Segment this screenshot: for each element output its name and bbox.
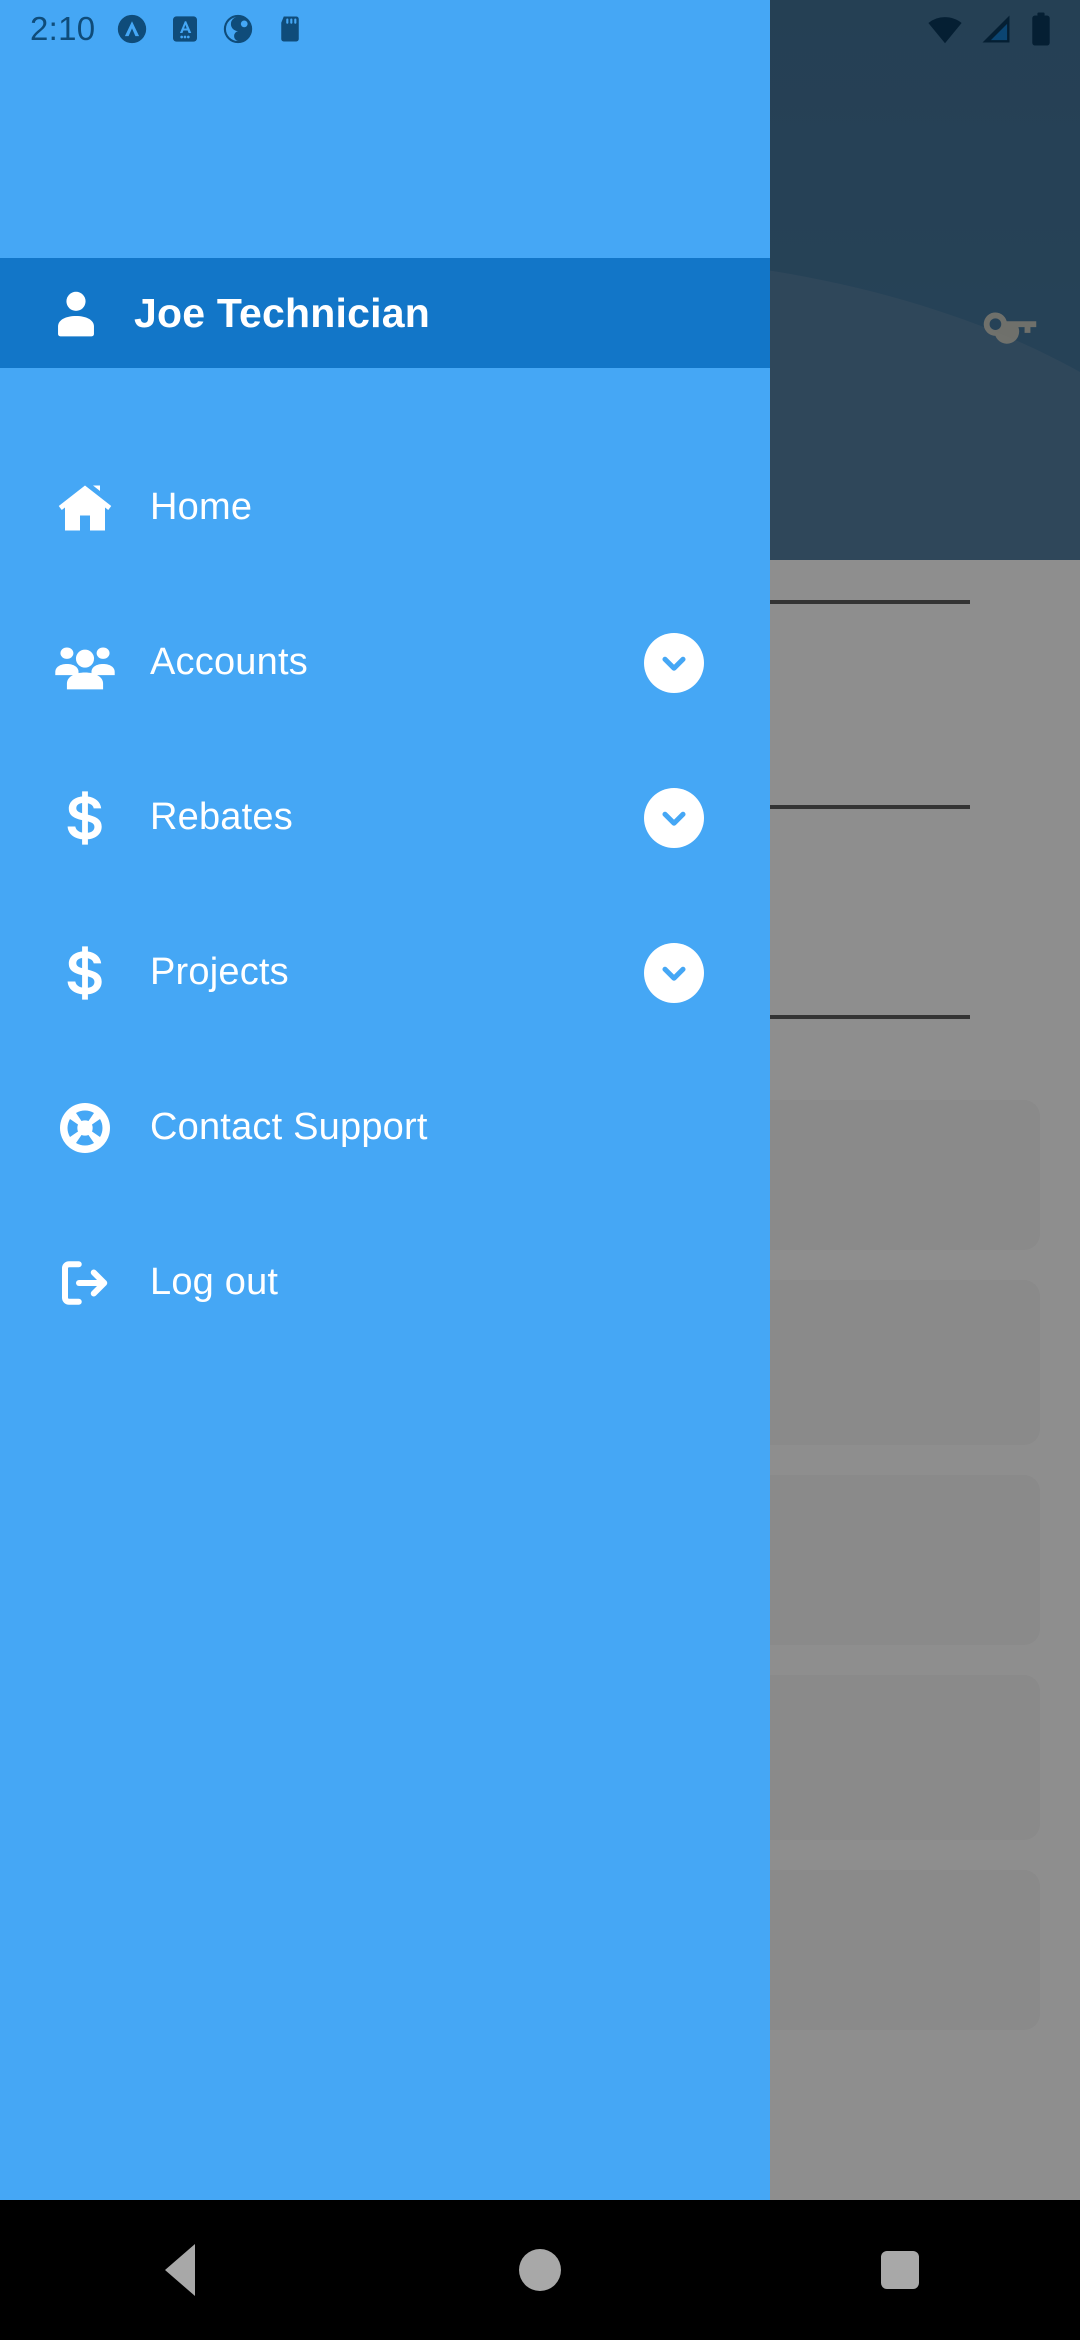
- status-bar-right: [926, 10, 1054, 48]
- chevron-down-icon[interactable]: [644, 787, 704, 848]
- nav-home-button[interactable]: [480, 2200, 600, 2340]
- square-recents-icon: [881, 2251, 919, 2289]
- menu-item-label: Home: [150, 486, 253, 528]
- circle-home-icon: [519, 2249, 561, 2291]
- menu-item-label: Contact Support: [150, 1106, 428, 1148]
- triangle-back-icon: [165, 2244, 195, 2296]
- chevron-down-icon[interactable]: [644, 942, 704, 1003]
- status-bar-clock: 2:10: [30, 10, 96, 47]
- circled-caret-icon: [118, 14, 147, 44]
- cellular-signal-icon: [982, 15, 1010, 43]
- nav-recents-button[interactable]: [840, 2200, 960, 2340]
- drawer-user-header[interactable]: Joe Technician: [0, 258, 770, 368]
- group-people-icon: [40, 632, 130, 694]
- nav-back-button[interactable]: [120, 2200, 240, 2340]
- system-navigation-bar: [0, 2200, 1080, 2340]
- menu-item-log-out[interactable]: Log out: [0, 1205, 770, 1360]
- battery-icon: [1032, 12, 1050, 46]
- person-icon: [58, 291, 94, 337]
- wifi-icon: [928, 17, 962, 44]
- drawer-menu-list: Home Accounts Rebates Projects Contact S…: [0, 368, 770, 2200]
- menu-item-label: Projects: [150, 951, 289, 993]
- phone-screen: Joe Technician Home Accounts Rebates Pro…: [0, 0, 1080, 2340]
- menu-item-label: Log out: [150, 1261, 279, 1303]
- life-ring-icon: [40, 1098, 130, 1158]
- status-bar: 2:10: [0, 0, 1080, 58]
- menu-item-home[interactable]: Home: [0, 430, 770, 585]
- home-icon: [40, 478, 130, 538]
- menu-item-projects[interactable]: Projects: [0, 895, 770, 1050]
- letter-a-badge-icon: [173, 16, 198, 42]
- logout-icon: [40, 1253, 130, 1313]
- menu-item-label: Accounts: [150, 641, 308, 683]
- menu-item-accounts[interactable]: Accounts: [0, 585, 770, 740]
- navigation-drawer: Joe Technician Home Accounts Rebates Pro…: [0, 0, 770, 2200]
- status-bar-left: 2:10: [30, 10, 305, 48]
- menu-item-label: Rebates: [150, 796, 293, 838]
- circle-dot-icon: [224, 14, 253, 44]
- sd-card-icon: [281, 16, 300, 42]
- user-name-label: Joe Technician: [134, 289, 430, 336]
- menu-item-contact-support[interactable]: Contact Support: [0, 1050, 770, 1205]
- key-icon: [983, 312, 1037, 344]
- chevron-down-icon[interactable]: [644, 632, 704, 693]
- dollar-sign-icon: [40, 944, 130, 1002]
- menu-item-rebates[interactable]: Rebates: [0, 740, 770, 895]
- dollar-sign-icon: [40, 789, 130, 847]
